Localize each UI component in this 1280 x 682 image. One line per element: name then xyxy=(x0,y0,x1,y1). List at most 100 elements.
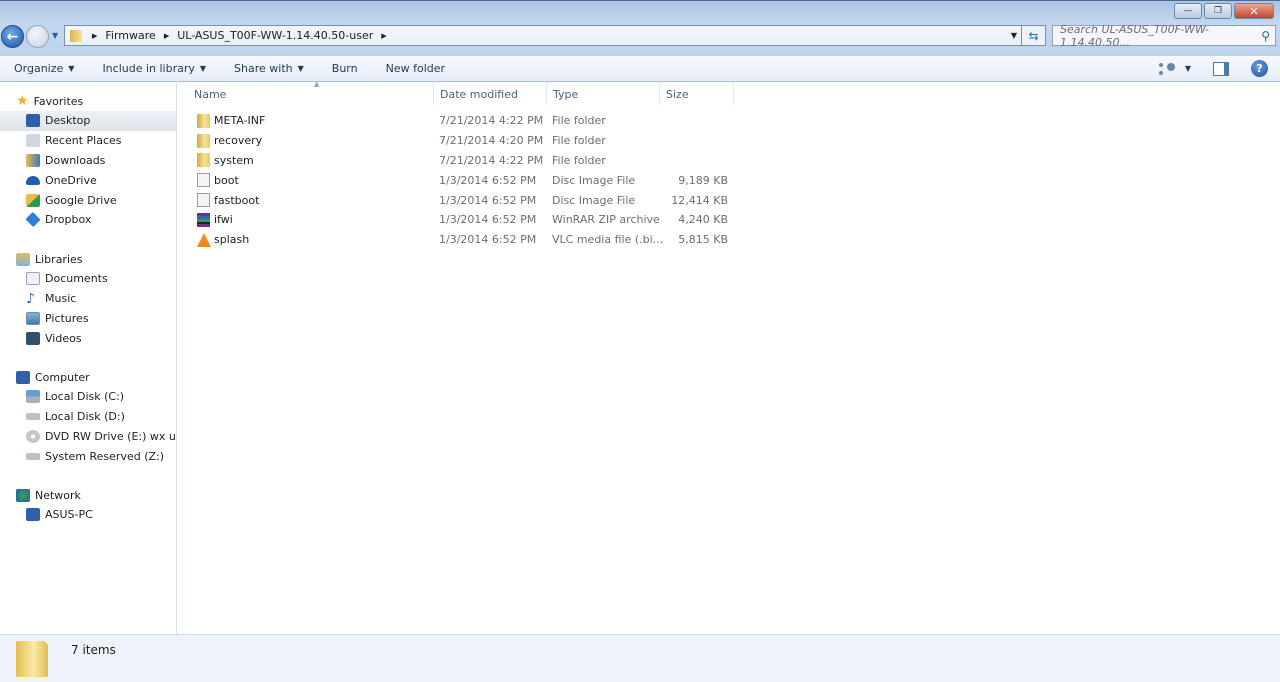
file-size: 4,240 KB xyxy=(678,213,728,227)
sidebar-item-recent-places[interactable]: Recent Places xyxy=(0,131,176,151)
share-with-button[interactable]: Share with ▼ xyxy=(220,62,318,75)
libraries-icon xyxy=(16,252,30,266)
file-size: 5,815 KB xyxy=(678,233,728,247)
forward-button[interactable] xyxy=(26,25,49,48)
restore-button[interactable]: ❐ xyxy=(1204,3,1232,19)
file-type: VLC media file (.bi... xyxy=(552,233,664,247)
documents-icon xyxy=(26,272,40,286)
navigation-pane[interactable]: ★ Favorites Desktop Recent Places Downloa… xyxy=(0,83,177,634)
sidebar-item-dropbox[interactable]: Dropbox xyxy=(0,210,176,230)
sidebar-item-desktop[interactable]: Desktop xyxy=(0,111,176,131)
dropbox-icon xyxy=(25,212,41,228)
file-type: File folder xyxy=(552,114,606,128)
search-icon[interactable]: ⚲ xyxy=(1261,29,1270,43)
sidebar-item-pictures[interactable]: Pictures xyxy=(0,309,176,329)
sidebar-item-videos[interactable]: Videos xyxy=(0,328,176,348)
sidebar-item-asus-pc[interactable]: ASUS-PC xyxy=(0,505,176,525)
pictures-icon xyxy=(26,311,40,325)
chevron-right-icon[interactable]: ▶ xyxy=(381,32,386,40)
folder-icon xyxy=(197,153,210,168)
star-icon: ★ xyxy=(16,93,29,109)
computer-header[interactable]: Computer xyxy=(0,367,176,387)
file-size: 12,414 KB xyxy=(671,193,728,207)
sidebar-item-downloads[interactable]: Downloads xyxy=(0,151,176,171)
file-date: 7/21/2014 4:22 PM xyxy=(439,153,544,167)
file-name: system xyxy=(214,153,254,167)
music-icon: ♪ xyxy=(26,290,35,307)
column-header-date-modified[interactable]: Date modified xyxy=(434,83,547,105)
column-header-type[interactable]: Type xyxy=(547,83,660,105)
search-input[interactable]: Search UL-ASUS_T00F-WW-1.14.40.50... ⚲ xyxy=(1052,22,1276,49)
file-date: 1/3/2014 6:52 PM xyxy=(439,193,537,207)
burn-button[interactable]: Burn xyxy=(318,62,372,75)
include-in-library-button[interactable]: Include in library ▼ xyxy=(88,62,220,75)
drive-icon xyxy=(26,413,40,421)
file-name: splash xyxy=(214,233,250,247)
refresh-button[interactable]: ⇆ xyxy=(1022,25,1046,46)
file-row[interactable]: ifwi 1/3/2014 6:52 PM WinRAR ZIP archive… xyxy=(194,210,734,230)
folder-icon xyxy=(70,29,82,42)
libraries-group: Libraries Documents ♪ Music Pictures Vide… xyxy=(0,249,176,348)
details-view-icon xyxy=(1158,62,1175,75)
file-row[interactable]: META-INF 7/21/2014 4:22 PM File folder xyxy=(194,111,734,131)
recent-pages-dropdown[interactable]: ▼ xyxy=(52,31,58,40)
command-bar: Organize ▼ Include in library ▼ Share with… xyxy=(0,56,1280,82)
search-placeholder: Search UL-ASUS_T00F-WW-1.14.40.50... xyxy=(1060,22,1209,49)
address-dropdown-icon[interactable]: ▼ xyxy=(1011,31,1017,40)
sidebar-item-music[interactable]: ♪ Music xyxy=(0,289,176,309)
file-size: 9,189 KB xyxy=(678,173,728,187)
folder-icon xyxy=(197,133,210,148)
google-drive-icon xyxy=(26,193,40,207)
column-header-name[interactable]: Name ▲ xyxy=(188,80,434,105)
file-row[interactable]: boot 1/3/2014 6:52 PM Disc Image File 9,… xyxy=(194,170,734,190)
file-date: 1/3/2014 6:52 PM xyxy=(439,233,537,247)
file-name: ifwi xyxy=(214,213,233,227)
sidebar-item-dvd-drive[interactable]: DVD RW Drive (E:) wx u01 D xyxy=(0,427,176,447)
preview-pane-button[interactable] xyxy=(1213,61,1229,76)
sidebar-item-google-drive[interactable]: Google Drive xyxy=(0,190,176,210)
folder-icon xyxy=(16,641,48,677)
desktop-icon xyxy=(26,114,40,128)
file-date: 7/21/2014 4:22 PM xyxy=(439,114,544,128)
disc-icon xyxy=(197,173,210,188)
computer-icon xyxy=(26,508,40,522)
sidebar-item-system-reserved[interactable]: System Reserved (Z:) xyxy=(0,446,176,466)
file-row[interactable]: fastboot 1/3/2014 6:52 PM Disc Image Fil… xyxy=(194,190,734,210)
rar-icon xyxy=(197,212,210,227)
new-folder-button[interactable]: New folder xyxy=(372,62,459,75)
sidebar-item-local-disk-d[interactable]: Local Disk (D:) xyxy=(0,407,176,427)
back-button[interactable]: ← xyxy=(1,25,24,48)
breadcrumb-current-folder[interactable]: UL-ASUS_T00F-WW-1.14.40.50-user xyxy=(177,29,373,42)
file-row[interactable]: recovery 7/21/2014 4:20 PM File folder xyxy=(194,131,734,151)
file-type: Disc Image File xyxy=(552,173,636,187)
organize-button[interactable]: Organize ▼ xyxy=(0,62,88,75)
minimize-button[interactable]: — xyxy=(1174,3,1202,19)
change-view-button[interactable]: ▼ xyxy=(1158,62,1191,75)
help-button[interactable]: ? xyxy=(1251,60,1268,77)
file-row[interactable]: splash 1/3/2014 6:52 PM VLC media file (… xyxy=(194,230,734,250)
address-bar[interactable]: ▶ Firmware ▶ UL-ASUS_T00F-WW-1.14.40.50-… xyxy=(64,25,1022,46)
file-type: File folder xyxy=(552,134,606,148)
libraries-header[interactable]: Libraries xyxy=(0,249,176,269)
favorites-header[interactable]: ★ Favorites xyxy=(0,91,176,111)
file-list[interactable]: Name ▲ Date modified Type Size META-INF 7… xyxy=(178,80,1280,634)
file-type: Disc Image File xyxy=(552,193,636,207)
close-button[interactable]: ✕ xyxy=(1234,3,1274,19)
network-header[interactable]: Network xyxy=(0,485,176,505)
computer-group: Computer Local Disk (C:) Local Disk (D:)… xyxy=(0,367,176,466)
chevron-right-icon[interactable]: ▶ xyxy=(92,32,97,40)
column-header-size[interactable]: Size xyxy=(660,83,734,105)
breadcrumb-firmware[interactable]: Firmware xyxy=(105,29,155,42)
file-name: recovery xyxy=(214,134,263,148)
sidebar-item-documents[interactable]: Documents xyxy=(0,269,176,289)
recent-places-icon xyxy=(26,134,40,148)
chevron-right-icon[interactable]: ▶ xyxy=(164,32,169,40)
sidebar-item-local-disk-c[interactable]: Local Disk (C:) xyxy=(0,387,176,407)
favorites-group: ★ Favorites Desktop Recent Places Downloa… xyxy=(0,91,176,230)
onedrive-icon xyxy=(26,175,40,185)
file-row[interactable]: system 7/21/2014 4:22 PM File folder xyxy=(194,151,734,171)
status-bar: 7 items xyxy=(0,634,1280,682)
sidebar-item-onedrive[interactable]: OneDrive xyxy=(0,170,176,190)
file-date: 1/3/2014 6:52 PM xyxy=(439,173,537,187)
videos-icon xyxy=(26,331,40,345)
